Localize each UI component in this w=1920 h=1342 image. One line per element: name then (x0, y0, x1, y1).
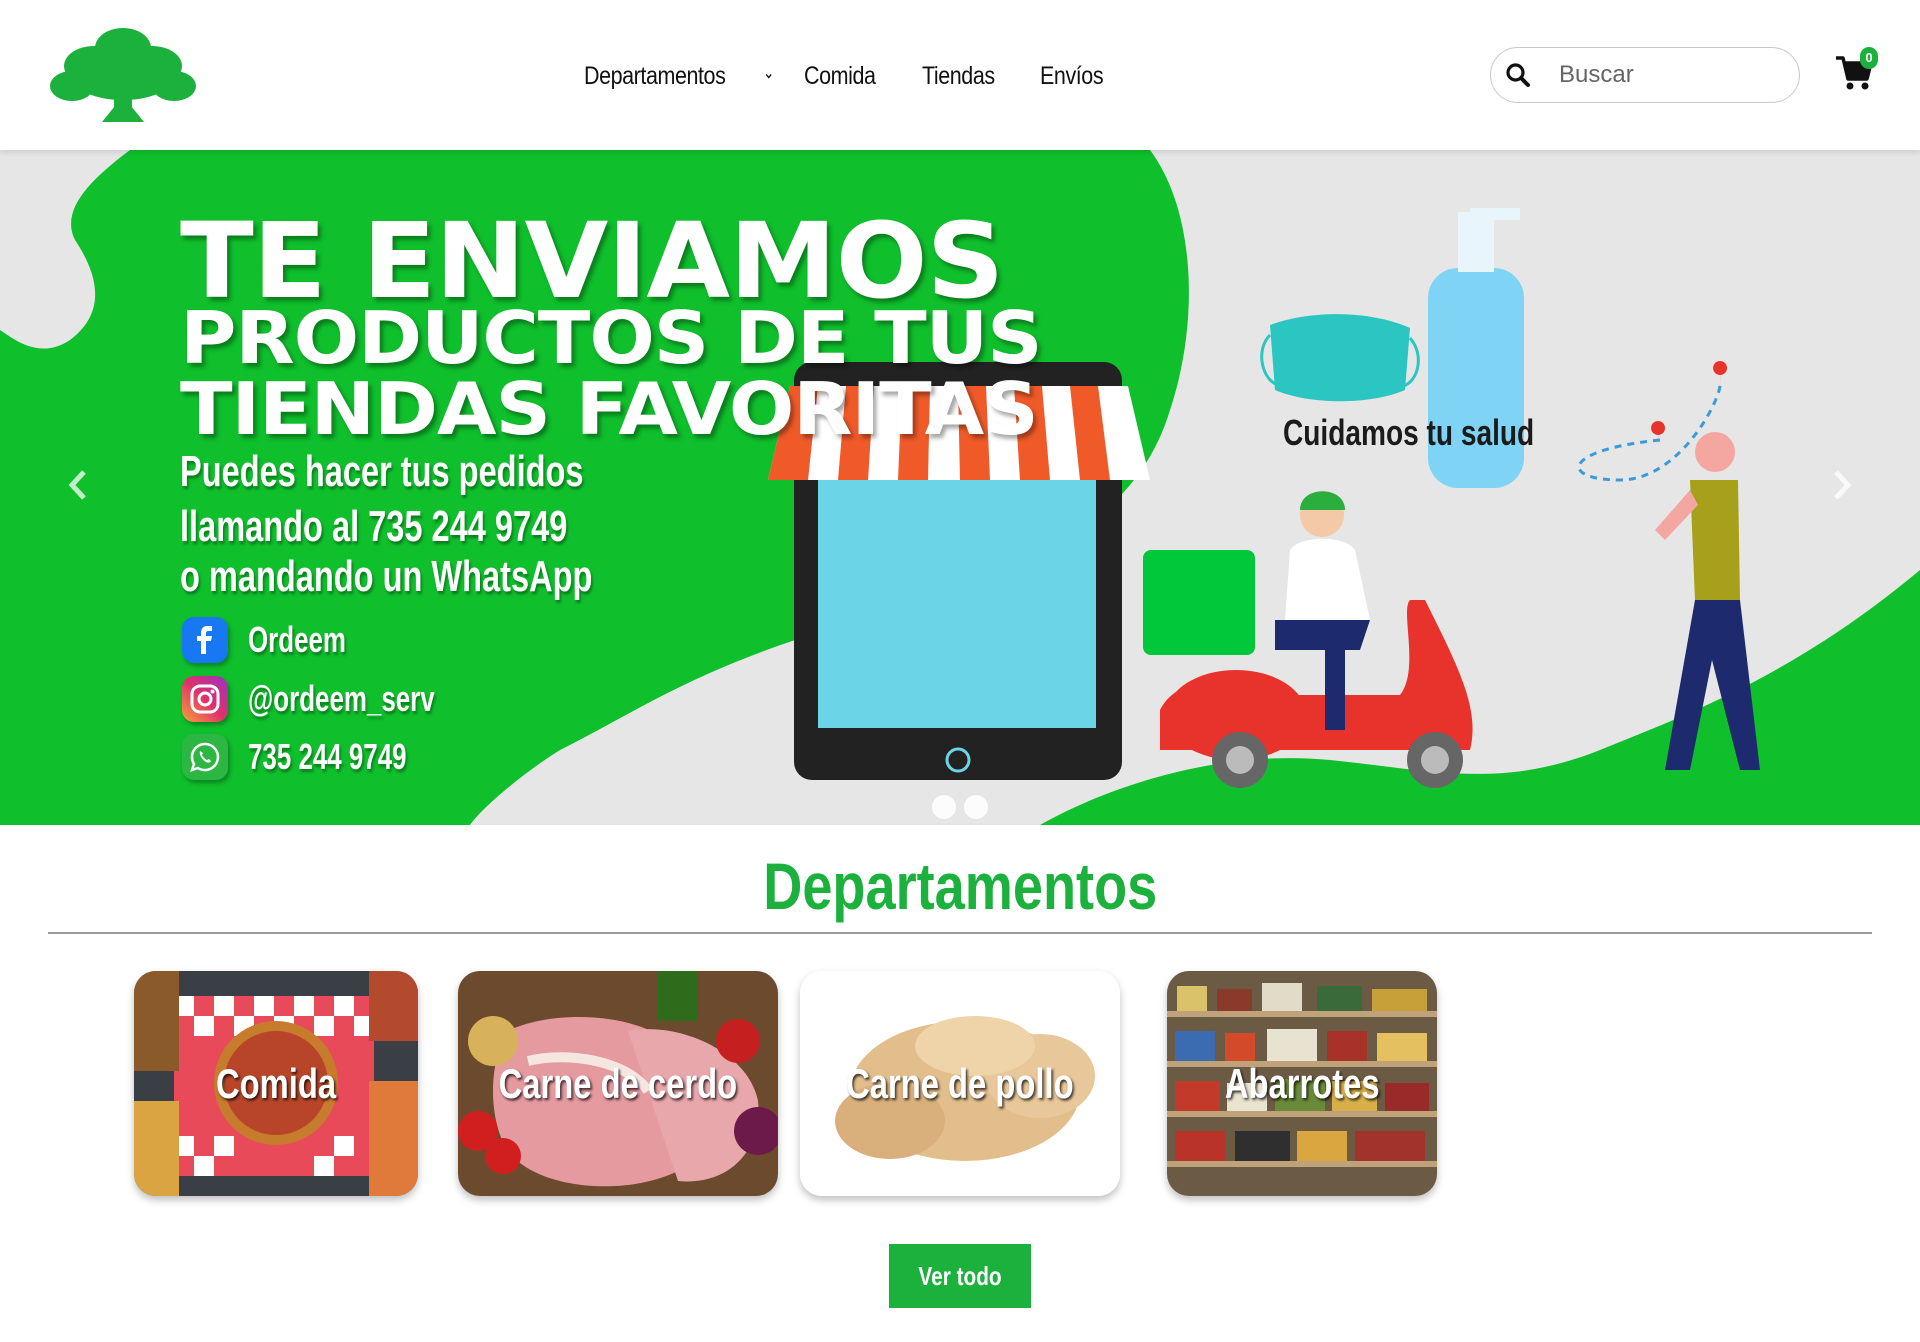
cart-count-badge: 0 (1860, 47, 1878, 69)
chevron-down-icon[interactable] (765, 66, 773, 86)
department-label: Comida (215, 1059, 337, 1107)
nav-tiendas[interactable]: Tiendas (922, 62, 1023, 91)
department-label: Abarrotes (1224, 1059, 1380, 1107)
instagram-handle: @ordeem_serv (248, 678, 435, 719)
tree-logo[interactable] (50, 26, 196, 122)
hero-carousel: TE ENVIAMOS PRODUCTOS DE TUS TIENDAS FAV… (0, 150, 1920, 825)
nav-comida[interactable]: Comida (804, 62, 905, 91)
departments-heading: Departamentos (0, 848, 1920, 924)
social-facebook: Ordeem (182, 617, 384, 663)
nav-departamentos-label: Departamentos (584, 61, 726, 90)
search-icon[interactable] (1505, 62, 1531, 88)
chevron-right-icon[interactable] (1822, 460, 1862, 510)
departments-heading-text: Departamentos (763, 849, 1157, 923)
search-input[interactable] (1559, 61, 1779, 89)
department-card-comida[interactable]: Comida (134, 971, 418, 1196)
hero-subtitle-line3: o mandando un WhatsApp (180, 552, 593, 601)
search-box[interactable] (1490, 47, 1800, 103)
whatsapp-icon (182, 734, 228, 780)
hero-subtitle-line2: llamando al 735 244 9749 (180, 502, 568, 551)
social-whatsapp: 735 244 9749 (182, 734, 468, 780)
nav-departamentos[interactable]: Departamentos (584, 62, 773, 91)
facebook-icon (182, 617, 228, 663)
whatsapp-number: 735 244 9749 (248, 736, 407, 777)
department-label: Carne de pollo (846, 1059, 1074, 1107)
section-divider (48, 932, 1872, 934)
carousel-indicators (932, 795, 988, 819)
view-all-label: Ver todo (918, 1260, 1002, 1291)
health-caption: Cuidamos tu salud (1283, 412, 1535, 453)
social-instagram: @ordeem_serv (182, 676, 507, 722)
hero-title-line3: TIENDAS FAVORITAS (180, 367, 1039, 451)
chevron-left-icon[interactable] (58, 460, 98, 510)
site-header: Departamentos Comida Tiendas Envíos 0 (0, 0, 1920, 150)
carousel-dot-1[interactable] (932, 795, 956, 819)
instagram-icon (182, 676, 228, 722)
nav-envios[interactable]: Envíos (1040, 62, 1104, 91)
department-label: Carne de cerdo (498, 1059, 738, 1107)
carousel-dot-2[interactable] (964, 795, 988, 819)
facebook-handle: Ordeem (248, 619, 346, 660)
department-card-abarrotes[interactable]: Abarrotes (1167, 971, 1437, 1196)
view-all-button[interactable]: Ver todo (889, 1244, 1031, 1308)
department-card-carne-de-pollo[interactable]: Carne de pollo (800, 971, 1120, 1196)
main-nav: Departamentos Comida Tiendas Envíos (584, 56, 1113, 96)
hero-subtitle-line1: Puedes hacer tus pedidos (180, 447, 584, 496)
department-card-carne-de-cerdo[interactable]: Carne de cerdo (458, 971, 778, 1196)
